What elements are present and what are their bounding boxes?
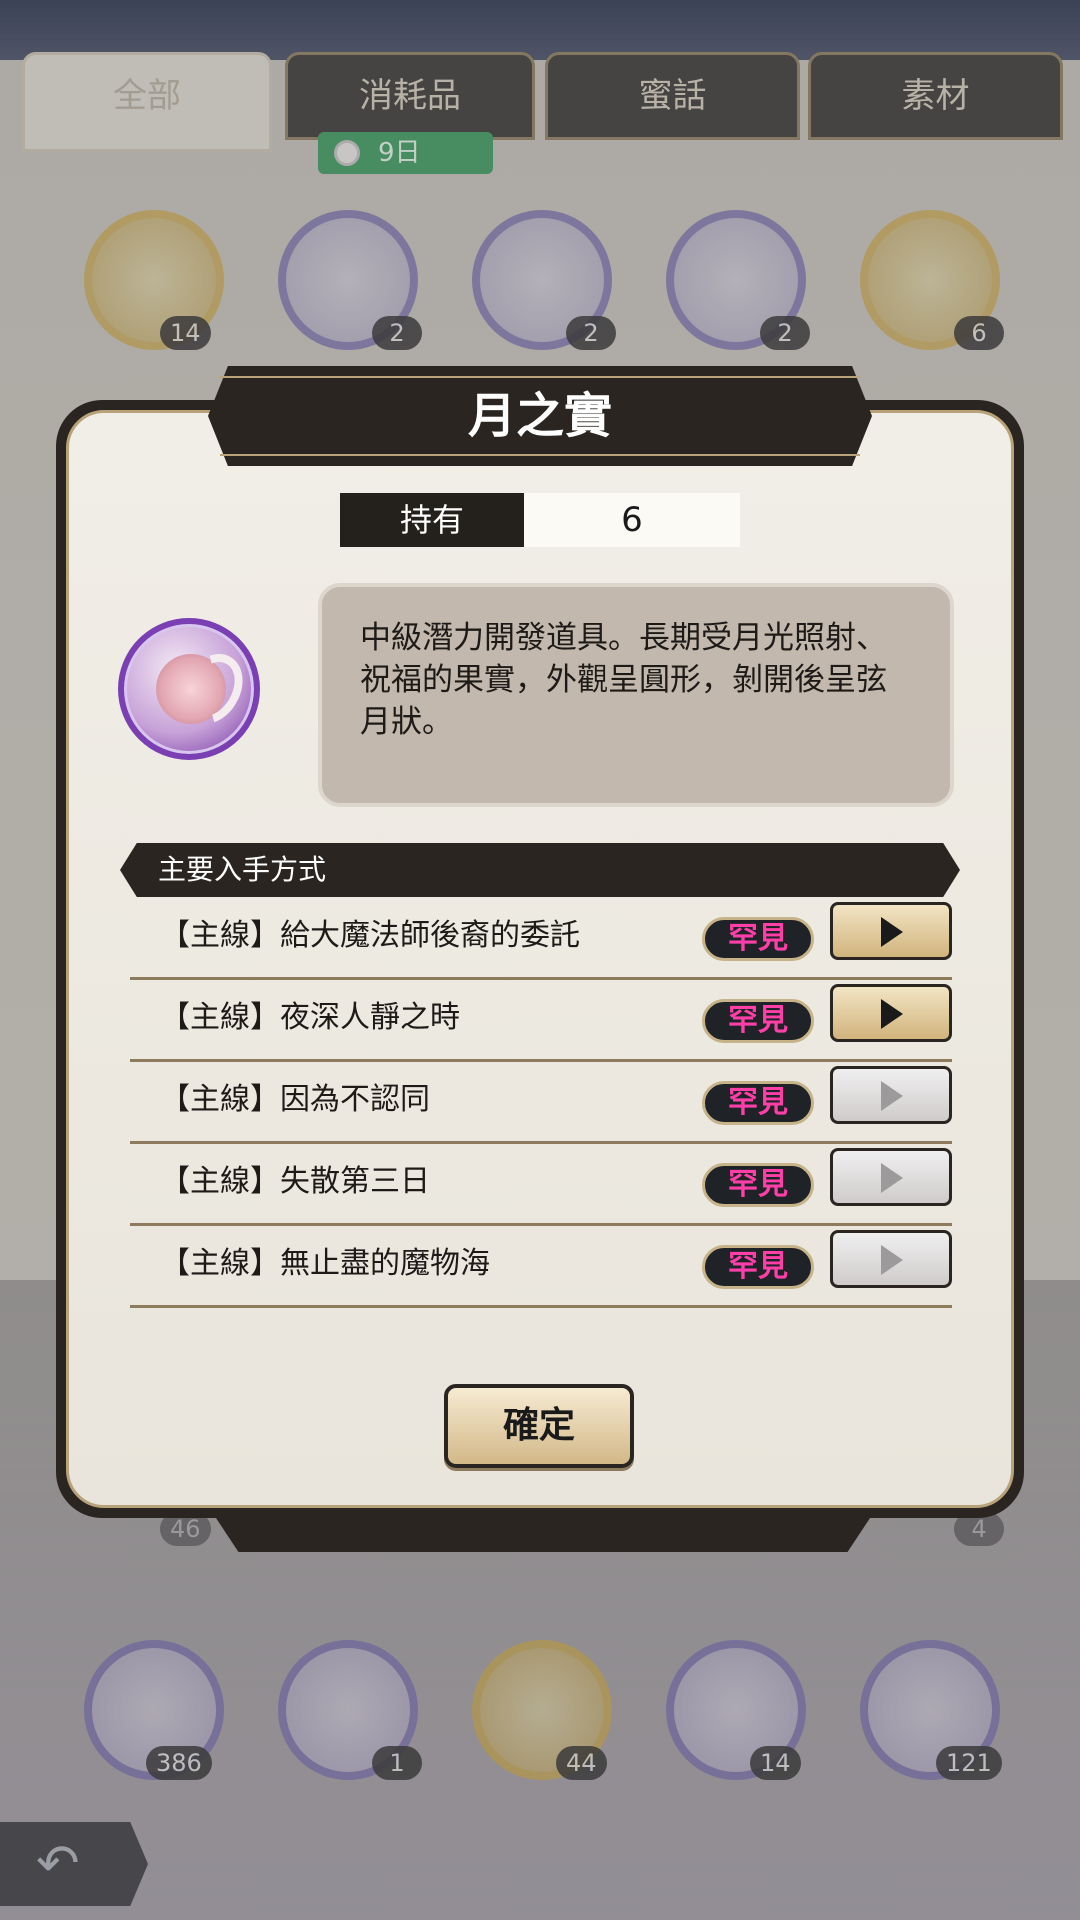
go-button-disabled[interactable] <box>830 1230 952 1288</box>
acquire-row: 【主線】夜深人靜之時 罕見 <box>130 980 952 1062</box>
acquire-row-label: 【主線】無止盡的魔物海 <box>160 1246 490 1281</box>
owned-value: 6 <box>524 493 740 547</box>
go-button[interactable] <box>830 984 952 1042</box>
acquire-row-label: 【主線】因為不認同 <box>160 1082 430 1117</box>
acquire-row-label: 【主線】失散第三日 <box>160 1164 430 1199</box>
confirm-button[interactable]: 確定 <box>444 1384 634 1468</box>
go-button-disabled[interactable] <box>830 1066 952 1124</box>
chevron-right-icon <box>881 1081 903 1111</box>
rarity-badge: 罕見 <box>702 1081 814 1125</box>
go-button[interactable] <box>830 902 952 960</box>
acquire-row: 【主線】無止盡的魔物海 罕見 <box>130 1226 952 1308</box>
item-description: 中級潛力開發道具。長期受月光照射、祝福的果實，外觀呈圓形，剝開後呈弦月狀。 <box>318 583 954 807</box>
rarity-badge: 罕見 <box>702 1163 814 1207</box>
chevron-right-icon <box>881 999 903 1029</box>
chevron-right-icon <box>881 1163 903 1193</box>
rarity-badge: 罕見 <box>702 917 814 961</box>
go-button-disabled[interactable] <box>830 1148 952 1206</box>
rarity-badge: 罕見 <box>702 999 814 1043</box>
acquire-row: 【主線】給大魔法師後裔的委託 罕見 <box>130 898 952 980</box>
acquire-row: 【主線】失散第三日 罕見 <box>130 1144 952 1226</box>
chevron-right-icon <box>881 917 903 947</box>
dialog-bottom-plate <box>212 1512 874 1552</box>
acquire-row-label: 【主線】夜深人靜之時 <box>160 1000 460 1035</box>
rarity-badge: 罕見 <box>702 1245 814 1289</box>
acquire-row: 【主線】因為不認同 罕見 <box>130 1062 952 1144</box>
acquire-section-header: 主要入手方式 <box>120 843 960 897</box>
chevron-right-icon <box>881 1245 903 1275</box>
acquire-row-label: 【主線】給大魔法師後裔的委託 <box>160 918 580 953</box>
owned-label: 持有 <box>340 493 524 547</box>
dialog-title: 月之實 <box>220 376 860 456</box>
moon-fruit-icon <box>118 618 260 760</box>
